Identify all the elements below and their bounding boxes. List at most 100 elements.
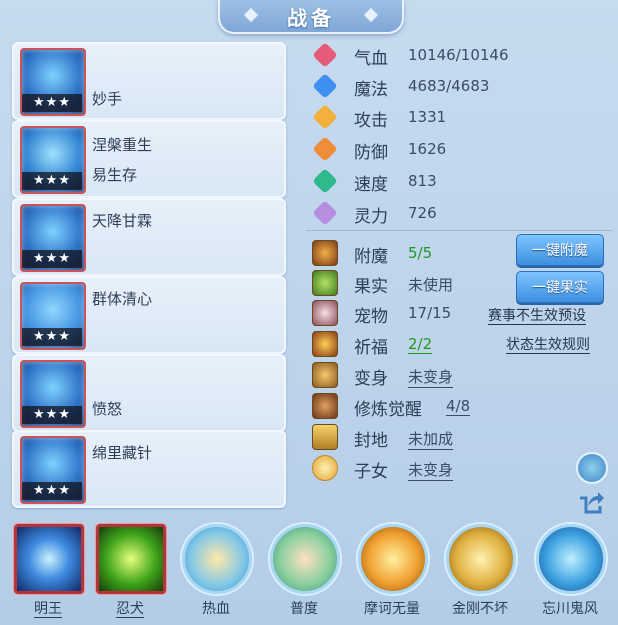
skill-tag: 易生存 <box>92 166 138 184</box>
stat-row-defense: 防御 1626 <box>300 134 616 164</box>
spirit-icon <box>312 200 338 226</box>
star-rating: ★★★ <box>22 172 82 190</box>
pet-portrait <box>358 524 428 594</box>
equip-value[interactable]: 未变身 <box>408 366 454 388</box>
pet-name: 忘川鬼风 <box>542 601 598 617</box>
stats-panel: 气血 10146/10146 魔法 4683/4683 攻击 1331 防御 1… <box>300 38 616 514</box>
skill-name: 涅槃重生 <box>92 136 153 154</box>
pet-slot[interactable]: 忘川鬼风 <box>530 518 610 618</box>
page-title: 战备 <box>287 5 335 30</box>
pet-slot[interactable]: 摩诃无量 <box>352 518 432 618</box>
title-banner: 战备 <box>218 0 404 34</box>
one-click-enchant-button[interactable]: 一键附魔 <box>516 234 604 266</box>
stat-value: 10146/10146 <box>408 46 509 64</box>
battle-prep-panel: 战备 ★★★ 妙手 ★★★ 涅槃重生 易生存 ★★★ 天降甘霖 ★★★ 群体清心… <box>0 0 618 625</box>
stat-row-hp: 气血 10146/10146 <box>300 40 616 70</box>
fief-icon <box>312 424 338 450</box>
equip-value[interactable]: 2/2 <box>408 335 433 354</box>
one-click-fruit-button[interactable]: 一键果实 <box>516 271 604 303</box>
pet-slot[interactable]: 热血 <box>176 518 256 618</box>
star-rating: ★★★ <box>22 406 82 424</box>
enchant-icon <box>312 240 338 266</box>
pet-name: 金刚不坏 <box>452 601 508 617</box>
stat-label: 攻击 <box>354 111 388 131</box>
stat-label: 魔法 <box>354 80 388 100</box>
stat-row-attack: 攻击 1331 <box>300 102 616 132</box>
equip-row-fief: 封地 未加成 <box>300 422 616 452</box>
stat-row-spirit: 灵力 726 <box>300 198 616 228</box>
skill-name: 愤怒 <box>92 400 123 418</box>
stat-label: 气血 <box>354 49 388 69</box>
skill-card[interactable]: ★★★ 天降甘霖 <box>12 198 286 276</box>
stat-row-mp: 魔法 4683/4683 <box>300 71 616 101</box>
equip-label: 祈福 <box>354 338 388 358</box>
stat-label: 速度 <box>354 175 388 195</box>
star-rating: ★★★ <box>22 482 82 500</box>
title-ornament-right <box>363 7 379 23</box>
transform-icon <box>312 362 338 388</box>
equip-label: 变身 <box>354 369 388 389</box>
pet-name: 普度 <box>290 601 318 617</box>
pet-portrait <box>182 524 252 594</box>
skill-card[interactable]: ★★★ 妙手 <box>12 42 286 120</box>
equip-value[interactable]: 4/8 <box>446 397 471 416</box>
pet-slot[interactable]: 明王 <box>8 518 88 618</box>
pet-icon <box>312 300 338 326</box>
skill-name: 群体清心 <box>92 290 153 308</box>
equip-row-cultivation: 修炼觉醒 4/8 <box>300 391 616 421</box>
stat-label: 灵力 <box>354 207 388 227</box>
event-preset-link[interactable]: 赛事不生效预设 <box>488 308 586 325</box>
refresh-icon[interactable] <box>576 452 608 484</box>
pet-name: 热血 <box>202 601 230 617</box>
pet-portrait <box>270 524 340 594</box>
stat-label: 防御 <box>354 143 388 163</box>
equip-row-child: 子女 未变身 <box>300 453 616 483</box>
stat-value: 813 <box>408 172 437 190</box>
pet-name: 忍犬 <box>116 601 144 618</box>
pet-portrait <box>536 524 606 594</box>
star-rating: ★★★ <box>22 328 82 346</box>
equip-value: 5/5 <box>408 244 433 262</box>
status-rules-link[interactable]: 状态生效规则 <box>506 337 590 354</box>
divider <box>306 230 612 231</box>
share-icon[interactable] <box>576 488 604 516</box>
sword-icon <box>312 104 338 130</box>
stat-value: 4683/4683 <box>408 77 490 95</box>
equip-label: 封地 <box>354 431 388 451</box>
pet-portrait <box>14 524 84 594</box>
skill-card[interactable]: ★★★ 愤怒 <box>12 354 286 432</box>
pet-portrait <box>446 524 516 594</box>
child-icon <box>312 455 338 481</box>
star-rating: ★★★ <box>22 250 82 268</box>
skill-card[interactable]: ★★★ 群体清心 <box>12 276 286 354</box>
equip-label: 子女 <box>354 462 388 482</box>
skill-name: 妙手 <box>92 90 123 108</box>
equip-value[interactable]: 未加成 <box>408 428 454 450</box>
equip-label: 修炼觉醒 <box>354 400 422 420</box>
star-rating: ★★★ <box>22 94 82 112</box>
pet-portrait <box>96 524 166 594</box>
skill-name: 绵里藏针 <box>92 444 153 462</box>
stat-value: 726 <box>408 204 437 222</box>
pet-slot[interactable]: 普度 <box>264 518 344 618</box>
pet-name: 摩诃无量 <box>364 601 420 617</box>
equip-label: 宠物 <box>354 307 388 327</box>
equip-value[interactable]: 未变身 <box>408 459 454 481</box>
skill-card[interactable]: ★★★ 涅槃重生 易生存 <box>12 120 286 198</box>
equip-label: 果实 <box>354 277 388 297</box>
pet-bar: 明王 忍犬 热血 普度 摩诃无量 金刚不坏 忘川鬼风 <box>0 518 618 625</box>
skill-list: ★★★ 妙手 ★★★ 涅槃重生 易生存 ★★★ 天降甘霖 ★★★ 群体清心 ★★… <box>12 40 286 508</box>
pet-slot[interactable]: 金刚不坏 <box>440 518 520 618</box>
equip-value: 17/15 <box>408 304 452 322</box>
stat-value: 1626 <box>408 140 447 158</box>
pet-slot[interactable]: 忍犬 <box>90 518 170 618</box>
stat-value: 1331 <box>408 108 447 126</box>
pet-name: 明王 <box>34 601 62 618</box>
skill-card[interactable]: ★★★ 绵里藏针 <box>12 430 286 508</box>
cultivation-icon <box>312 393 338 419</box>
stat-row-speed: 速度 813 <box>300 166 616 196</box>
blessing-icon <box>312 331 338 357</box>
skill-name: 天降甘霖 <box>92 212 153 230</box>
equip-label: 附魔 <box>354 247 388 267</box>
shield-icon <box>312 136 338 162</box>
